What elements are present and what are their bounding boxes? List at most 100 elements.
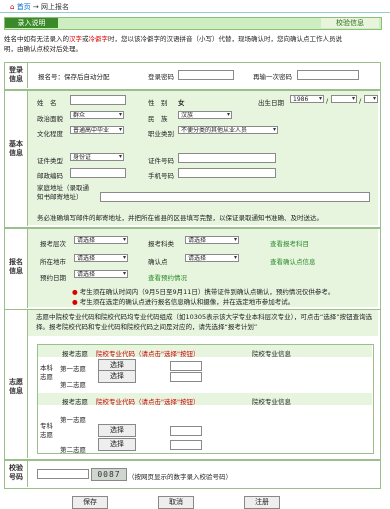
zk-second-code-input[interactable] xyxy=(170,440,202,450)
site-link[interactable]: 查看确认点信息 xyxy=(270,256,316,266)
table-header-bg xyxy=(38,345,372,357)
idno-label: 证件号码 xyxy=(148,157,174,165)
date-select[interactable]: 请选择 xyxy=(74,270,128,278)
verify-section-label: 校验号码 xyxy=(9,464,23,481)
level-select[interactable]: 请选择 xyxy=(74,236,128,244)
verify-input[interactable] xyxy=(37,469,89,479)
city-select[interactable]: 请选择 xyxy=(74,254,128,262)
captcha-image: 0087 xyxy=(91,468,127,481)
subject-link[interactable]: 查看报考科目 xyxy=(270,238,309,248)
subject-select[interactable]: 请选择 xyxy=(185,236,239,244)
col-code: 院校专业代码（请点击"选择"按钮） xyxy=(96,350,200,358)
notice-text: 明，由确认点校对后处理。 xyxy=(4,44,82,53)
idtype-label: 证件类型 xyxy=(37,157,63,165)
breadcrumb-current: 网上报名 xyxy=(41,3,70,11)
zk-first-code-input[interactable] xyxy=(170,426,202,436)
nation-label: 民 族 xyxy=(148,115,168,123)
city-label: 所在地市 xyxy=(40,258,66,266)
exam-note-2: ● 考生须在选定的确认点进行报名信息确认和摄像，并在选定地市参加考试。 xyxy=(72,296,294,306)
password-label: 登录密码 xyxy=(148,73,174,81)
site-label: 确认点 xyxy=(148,258,168,266)
addr-label: 家庭地址（录取通知书邮寄地址） xyxy=(37,184,89,201)
name-label: 姓 名 xyxy=(37,99,57,107)
exam-section-label: 报名信息 xyxy=(9,258,23,275)
exam-note-1-text: 考生须在确认时间内（9月5日至9月11日）携带证件到确认点确认，预约情况仅供参考… xyxy=(79,288,335,296)
political-label: 政治面貌 xyxy=(37,115,63,123)
exam-note-1: ● 考生须在确认时间内（9月5日至9月11日）携带证件到确认点确认，预约情况仅供… xyxy=(72,286,334,296)
gender-label: 性 别 xyxy=(148,99,168,107)
divider xyxy=(27,62,28,88)
table-header-bg-2 xyxy=(38,393,372,405)
site-select[interactable]: 请选择 xyxy=(185,254,239,262)
notice-text: 姓名中如有无法录入的 xyxy=(4,35,69,43)
birth-day-select[interactable] xyxy=(364,95,378,103)
regno-value: 保存后自动分配 xyxy=(64,73,110,81)
login-section-label: 登录信息 xyxy=(9,66,23,83)
bk-first-label: 第一志愿 xyxy=(60,365,86,373)
addr-note: 务必准确填写邮件的邮寄地址，并把所在省县的区县填写完整，以保证录取通知书准确、及… xyxy=(37,214,323,222)
subject-label: 报考科类 xyxy=(148,240,174,248)
bullet: ● xyxy=(72,288,80,296)
bk-second-select-button[interactable]: 选择 xyxy=(98,370,136,383)
name-input[interactable] xyxy=(70,95,126,105)
entry-notice: 姓名中如有无法录入的汉字或冷僻字时，您以该冷僻字的汉语拼音（小写）代替，现场确认… xyxy=(4,35,379,54)
zk-first-select-button[interactable]: 选择 xyxy=(98,424,136,437)
job-select[interactable]: 不便分类的其他从业人员 xyxy=(178,126,278,134)
edu-label: 文化程度 xyxy=(37,130,63,138)
notice-red: 汉字 xyxy=(69,35,82,43)
tab-entry-instructions[interactable]: 录入说明 xyxy=(5,18,58,28)
zk-second-label: 第二志愿 xyxy=(60,446,86,454)
birth-year-select[interactable]: 1986 xyxy=(290,95,324,103)
exam-note-2-text: 考生须在选定的确认点进行报名信息确认和摄像，并在选定地市参加考试。 xyxy=(79,298,295,306)
password-confirm-input[interactable] xyxy=(297,70,359,80)
home-icon[interactable]: ⌂ xyxy=(10,3,14,11)
breadcrumb: ⌂ 首页 → 网上报名 xyxy=(10,2,69,12)
school-intro: 志愿中院校专业代码和院校代码均专业代码组成（如10305表示该大学专业本科层次专… xyxy=(36,313,373,331)
col-code-2: 院校专业代码（请点击"选择"按钮） xyxy=(96,398,200,406)
bk-label: 本科志愿 xyxy=(40,364,53,381)
col-choice: 报考志愿 xyxy=(62,350,88,358)
notice-red: 冷僻字 xyxy=(88,35,109,43)
school-section-label: 志愿信息 xyxy=(9,378,23,395)
political-select[interactable]: 群众 xyxy=(70,111,124,119)
verify-hint: （按网页显示的数字录入校验号码） xyxy=(128,473,232,481)
job-label: 职业类别 xyxy=(148,130,174,138)
idno-input[interactable] xyxy=(178,153,276,163)
divider xyxy=(27,460,28,487)
idtype-select[interactable]: 身份证 xyxy=(70,153,124,161)
cancel-button[interactable]: 取消 xyxy=(158,496,194,509)
date-label: 预约日期 xyxy=(40,274,66,282)
bk-second-code-input[interactable] xyxy=(170,372,202,382)
password-input[interactable] xyxy=(178,70,234,80)
col-info: 院校专业信息 xyxy=(252,350,291,358)
password-confirm-label: 再输一次密码 xyxy=(253,73,292,81)
mobile-input[interactable] xyxy=(178,168,276,178)
col-choice-2: 报考志愿 xyxy=(62,398,88,406)
breadcrumb-sep: → xyxy=(32,3,39,11)
birth-label: 出生日期 xyxy=(258,99,284,107)
breadcrumb-home[interactable]: 首页 xyxy=(17,3,31,11)
bk-first-code-input[interactable] xyxy=(170,361,202,371)
level-label: 报考层次 xyxy=(40,240,66,248)
addr-input[interactable] xyxy=(100,192,370,202)
zk-first-label: 第一志愿 xyxy=(60,416,86,424)
birth-month-select[interactable] xyxy=(331,95,357,103)
date-link[interactable]: 查看预约情况 xyxy=(148,272,187,282)
notice-text: 时，您以该冷僻字的汉语拼音（小写）代替，现场确认时，您向确认点工作人员说 xyxy=(108,35,342,43)
regno-label: 报名号： xyxy=(38,73,64,81)
edu-select[interactable]: 普通高中毕业 xyxy=(70,126,124,134)
nation-select[interactable]: 汉族 xyxy=(178,111,232,119)
date-sep: / xyxy=(359,97,362,105)
date-sep: / xyxy=(326,97,329,105)
bullet: ● xyxy=(72,298,80,306)
zk-second-select-button[interactable]: 选择 xyxy=(98,438,136,451)
zk-label: 专科志愿 xyxy=(40,422,53,439)
bk-second-label: 第二志愿 xyxy=(60,381,86,389)
basic-section-label: 基本信息 xyxy=(9,140,23,157)
save-button[interactable]: 保存 xyxy=(72,496,108,509)
register-button[interactable]: 注册 xyxy=(244,496,280,509)
mobile-label: 手机号码 xyxy=(148,172,174,180)
tab-verify-info[interactable]: 校验信息 xyxy=(321,18,379,28)
col-info-2: 院校专业信息 xyxy=(252,398,291,406)
zip-input[interactable] xyxy=(70,168,126,178)
